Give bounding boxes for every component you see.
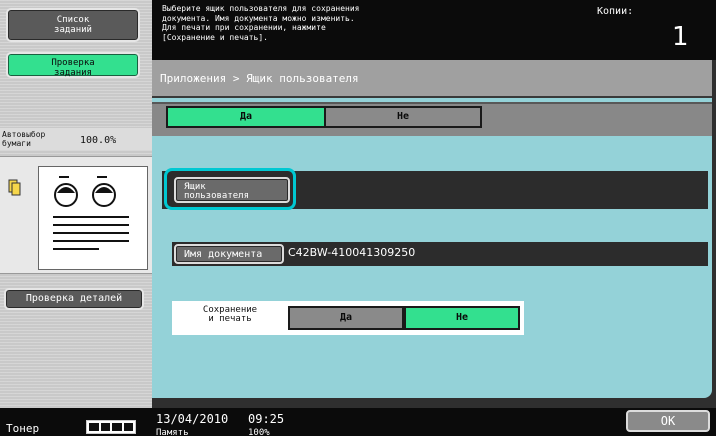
toner-gauge: [86, 420, 136, 434]
copies-value: 1: [672, 22, 689, 52]
breadcrumb-strip: Приложения > Ящик пользователя: [152, 60, 712, 98]
memory-label: Память: [156, 428, 189, 438]
zoom-value: 100.0%: [80, 135, 117, 146]
save-print-no-button[interactable]: Не: [404, 306, 520, 330]
yes-button[interactable]: Да: [166, 106, 326, 128]
copies-label: Копии:: [597, 6, 634, 17]
auto-paper-area: Автовыбор бумаги 100.0%: [0, 128, 152, 150]
no-button[interactable]: Не: [324, 106, 482, 128]
save-print-label: Сохранение и печать: [202, 305, 258, 324]
details-check-button[interactable]: Проверка деталей: [4, 288, 144, 310]
toner-area: Тонер: [0, 408, 152, 436]
message-text: Выберите ящик пользователя для сохранени…: [162, 4, 360, 42]
user-box-button[interactable]: Ящик пользователя: [174, 177, 290, 203]
auto-paper-label: Автовыбор бумаги: [2, 130, 46, 148]
job-check-button[interactable]: Проверка задания: [6, 52, 140, 78]
toner-label: Тонер: [6, 422, 40, 435]
date-text: 13/04/2010: [156, 412, 229, 426]
ok-button[interactable]: OK: [626, 410, 710, 432]
save-print-yes-button[interactable]: Да: [288, 306, 404, 330]
job-list-button[interactable]: Список заданий: [6, 8, 140, 42]
status-bar: 13/04/2010 09:25 Память 100% OK: [152, 408, 716, 438]
page-preview: [38, 166, 148, 270]
paper-tray-icon: [8, 178, 22, 196]
doc-name-button[interactable]: Имя документа: [174, 244, 284, 264]
time-text: 09:25: [248, 412, 285, 426]
breadcrumb: Приложения > Ящик пользователя: [160, 72, 359, 85]
doc-name-value[interactable]: C42BW-410041309250: [288, 246, 415, 259]
user-box-field: [300, 180, 700, 200]
message-bar: Выберите ящик пользователя для сохранени…: [152, 0, 716, 60]
memory-value: 100%: [248, 428, 270, 438]
